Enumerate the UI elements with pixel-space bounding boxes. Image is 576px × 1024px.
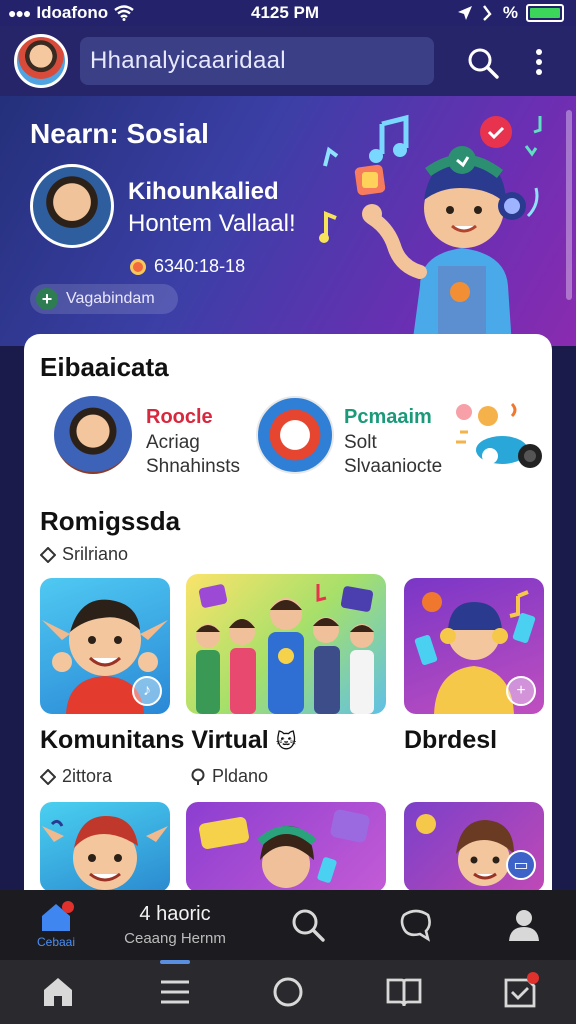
tag-icon — [40, 546, 56, 563]
featured-item-2-line2: Slvaaniocte — [344, 456, 443, 477]
content-tile[interactable] — [186, 802, 386, 892]
nav-circle-icon[interactable] — [268, 972, 308, 1012]
featured-item-1-line1: Acriag — [146, 432, 200, 453]
tab-search[interactable] — [286, 890, 330, 960]
row-label-1: Komunitans Virtual 🐱 — [40, 726, 297, 755]
featured-illustration — [456, 402, 542, 468]
more-options-icon[interactable] — [530, 44, 548, 80]
status-left: ●●● Idoafono — [8, 3, 134, 23]
tag-icon — [40, 768, 56, 785]
hero-subtitle: Hontem Vallaal! — [128, 210, 296, 237]
tab-chat[interactable] — [394, 890, 438, 960]
location-icon — [457, 6, 472, 20]
battery-fill — [530, 8, 560, 18]
group-characters-image — [196, 584, 374, 714]
profile-avatar[interactable] — [14, 34, 68, 88]
scrollbar[interactable] — [566, 110, 572, 300]
featured-item-1-avatar[interactable] — [54, 396, 132, 474]
live-dot-icon — [130, 258, 146, 275]
chat-bubble-icon — [400, 909, 431, 942]
row-label-1-text: Komunitans Virtual — [40, 726, 269, 754]
content-tile[interactable] — [40, 802, 170, 892]
carrier-label: Idoafono — [36, 3, 109, 22]
hero-chip-label: Vagabindam — [66, 290, 155, 307]
tab-profile[interactable] — [502, 890, 546, 960]
row-label-2: Dbrdesl — [404, 726, 498, 754]
hero-meta: 6340:18-18 — [130, 256, 245, 277]
location-pin-icon — [191, 768, 205, 785]
pirate-character-image — [42, 816, 168, 890]
search-input[interactable]: Hhanalyicaaridaal — [80, 37, 434, 85]
hero-meta-text: 6340:18-18 — [154, 256, 246, 276]
recommended-meta-text: Srilriano — [62, 544, 129, 564]
content-tile[interactable]: ♪ — [40, 578, 170, 714]
add-badge-icon[interactable]: + — [506, 676, 536, 706]
content-tile[interactable] — [186, 574, 386, 714]
hero-name: Kihounkalied — [128, 178, 279, 205]
content-tile[interactable]: + — [404, 578, 544, 714]
hero-title: Nearn: Sosial — [30, 118, 209, 149]
music-note-badge-icon[interactable]: ♪ — [132, 676, 162, 706]
nav-home-icon[interactable] — [38, 972, 78, 1012]
battery-icon — [526, 4, 564, 22]
hero-illustration — [319, 114, 542, 346]
bottom-tab-bar: Cebaai 4 haoric Ceaang Hernm — [0, 890, 576, 960]
featured-item-2-name[interactable]: Pcmaaim — [344, 406, 432, 429]
plus-icon: + — [36, 288, 58, 310]
music-note-icon — [369, 114, 409, 163]
system-navigation-bar — [0, 960, 576, 1024]
content-tile[interactable]: ▭ — [404, 802, 544, 892]
search-icon[interactable] — [466, 46, 500, 80]
tab-home[interactable]: Cebaai — [24, 890, 88, 960]
tab-center-subtitle: Ceaang Hernm — [124, 930, 226, 947]
wifi-icon — [114, 5, 134, 21]
person-icon — [509, 910, 539, 941]
battery-percent: % — [502, 3, 518, 22]
featured-item-2-line1: Solt — [344, 432, 377, 453]
status-right: % — [457, 3, 564, 23]
featured-item-2-avatar[interactable] — [256, 396, 334, 474]
recommended-meta: Srilriano — [40, 544, 128, 565]
tab-center[interactable]: 4 haoric Ceaang Hernm — [110, 890, 240, 960]
row-meta-2: Pldano — [190, 766, 268, 787]
alarm-icon — [482, 5, 492, 21]
hero-avatar[interactable] — [30, 164, 114, 248]
hero-banner[interactable]: Nearn: Sosial Kihounkalied Hontem Vallaa… — [0, 96, 576, 346]
clock: 4125 PM — [251, 3, 320, 22]
search-icon — [292, 909, 325, 942]
featured-item-1-line2: Shnahinsts — [146, 456, 241, 477]
featured-item-1-name[interactable]: Roocle — [146, 406, 213, 429]
active-indicator — [160, 960, 190, 964]
search-input-text: Hhanalyicaaridaal — [90, 47, 286, 74]
nav-menu-icon[interactable] — [155, 972, 195, 1012]
row-meta-1: 2ittora — [40, 766, 112, 787]
nav-book-icon[interactable] — [384, 972, 424, 1012]
home-icon — [42, 901, 74, 931]
tab-home-label: Cebaai — [36, 935, 76, 949]
recommended-section-title: Romigssda — [40, 506, 181, 536]
row-label-1-emoji: 🐱 — [275, 731, 297, 753]
signal-dots-icon: ●●● — [8, 5, 31, 21]
tab-center-title: 4 haoric — [139, 903, 211, 925]
streamer-character-image — [199, 809, 370, 888]
status-bar: ●●● Idoafono 4125 PM % — [0, 0, 576, 26]
hero-chip-button[interactable]: + Vagabindam — [30, 284, 178, 314]
featured-section-title: Eibaaicata — [40, 352, 169, 382]
row-meta-1-text: 2ittora — [62, 766, 113, 786]
row-meta-2-text: Pldano — [212, 766, 269, 786]
nav-shield-icon[interactable] — [500, 972, 540, 1012]
screen-badge-icon[interactable]: ▭ — [506, 850, 536, 880]
content-card: Eibaaicata Roocle Acriag Shnahinsts Pcma… — [24, 334, 552, 934]
